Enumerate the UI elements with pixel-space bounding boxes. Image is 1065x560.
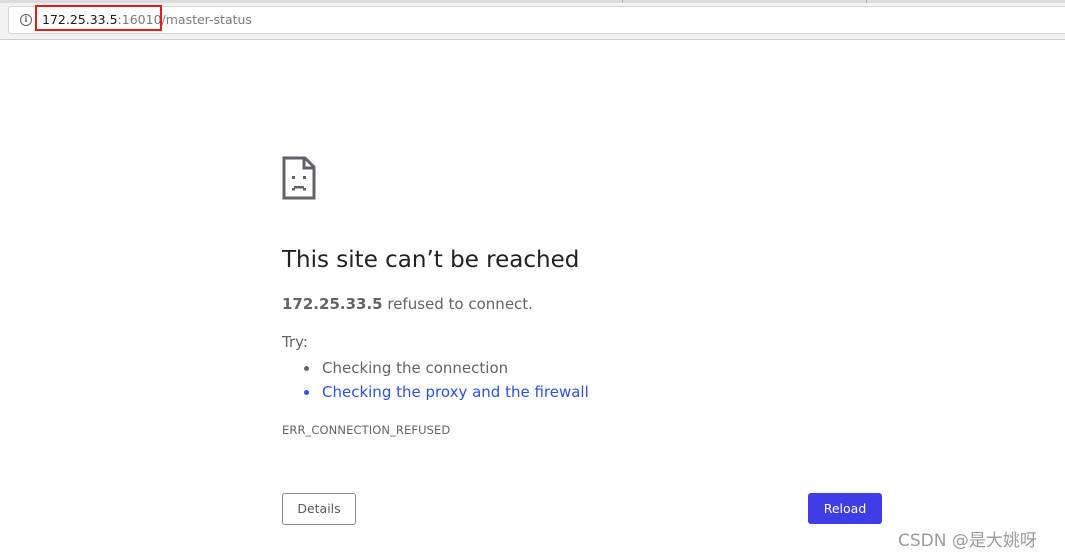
bullet [304, 366, 309, 371]
toolbar-divider [0, 39, 1065, 40]
error-host: 172.25.33.5 [282, 295, 383, 313]
error-code: ERR_CONNECTION_REFUSED [282, 423, 451, 437]
browser-toolbar: i 172.25.33.5:16010/master-status [0, 0, 1065, 40]
sad-document-icon [282, 156, 316, 200]
suggestion-check-proxy-firewall-link[interactable]: Checking the proxy and the firewall [304, 380, 589, 404]
url-port-path: :16010/master-status [117, 12, 252, 27]
suggestions-list: Checking the connection Checking the pro… [304, 356, 589, 404]
reload-button[interactable]: Reload [808, 493, 882, 524]
suggestion-check-connection: Checking the connection [304, 356, 589, 380]
error-title: This site can’t be reached [282, 247, 580, 273]
address-url[interactable]: 172.25.33.5:16010/master-status [42, 12, 252, 28]
bullet [304, 390, 309, 395]
error-summary: 172.25.33.5 refused to connect. [282, 294, 533, 314]
info-icon[interactable]: i [20, 14, 32, 26]
address-bar[interactable]: i 172.25.33.5:16010/master-status [8, 6, 1065, 34]
details-button[interactable]: Details [282, 493, 356, 525]
error-summary-text: refused to connect. [382, 295, 533, 313]
watermark: CSDN @是大姚呀 [898, 531, 1037, 551]
tab-separator [622, 0, 623, 3]
try-label: Try: [282, 333, 308, 351]
tab-strip [0, 0, 1065, 3]
tab-separator [866, 0, 867, 3]
suggestion-link-label[interactable]: Checking the proxy and the firewall [322, 383, 589, 401]
url-host: 172.25.33.5 [42, 12, 118, 27]
suggestion-label: Checking the connection [322, 359, 509, 377]
